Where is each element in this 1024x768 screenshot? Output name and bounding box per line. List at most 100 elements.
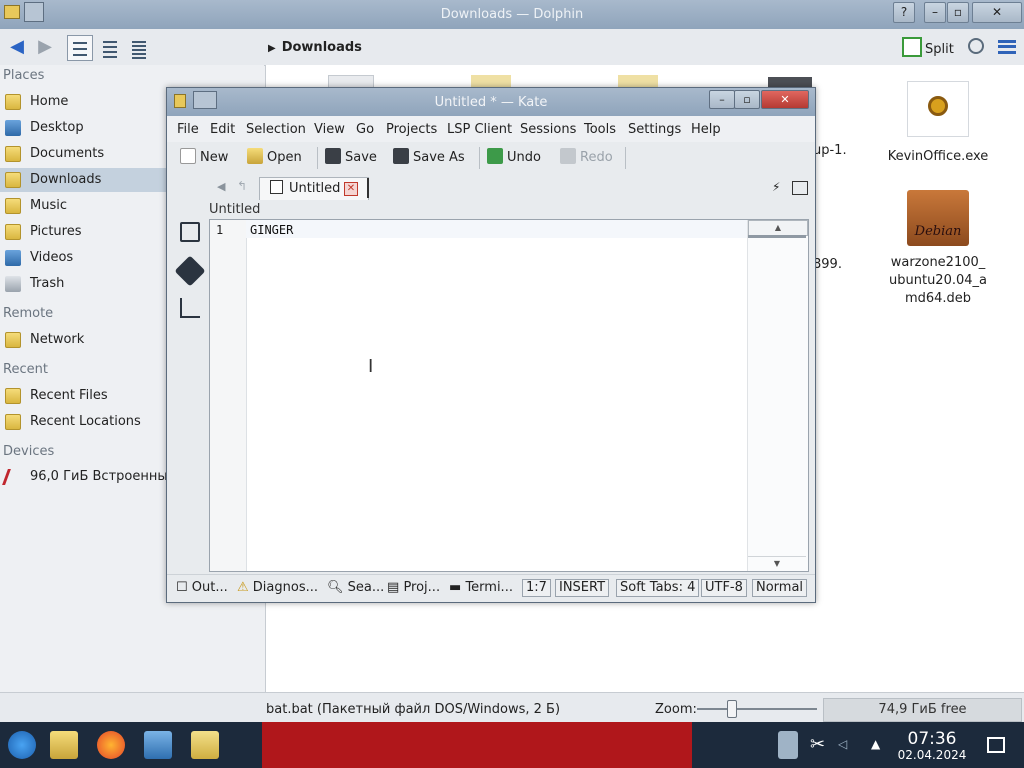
firefox-icon[interactable] bbox=[97, 731, 125, 759]
breadcrumb-downloads[interactable]: Downloads bbox=[282, 40, 362, 55]
git-icon[interactable] bbox=[174, 255, 206, 287]
exe-file-icon bbox=[907, 81, 969, 137]
kate-minimize-button[interactable]: – bbox=[709, 90, 735, 109]
kate-titlebar[interactable]: Untitled * — Kate – ▫ ✕ bbox=[167, 88, 815, 116]
devices-heading: Devices bbox=[3, 444, 55, 459]
file-name: KevinOffice.exe bbox=[887, 149, 989, 164]
trash-icon bbox=[5, 276, 21, 292]
menu-help[interactable]: Help bbox=[691, 122, 721, 137]
volume-icon[interactable]: ◁ bbox=[838, 737, 847, 751]
help-button[interactable]: ? bbox=[893, 2, 915, 23]
maximize-button[interactable]: ▫ bbox=[947, 2, 969, 23]
partial-label-setup: up-1. bbox=[813, 143, 847, 158]
redo-button[interactable]: Redo bbox=[560, 148, 613, 168]
free-space-indicator[interactable]: 74,9 ГиБ free bbox=[823, 698, 1022, 722]
split-view-icon[interactable] bbox=[792, 181, 808, 195]
breadcrumb[interactable]: ▶ Downloads bbox=[268, 40, 362, 55]
search-icon[interactable] bbox=[968, 38, 984, 54]
scroll-thumb[interactable] bbox=[748, 235, 806, 238]
forward-arrow-icon[interactable]: ▶ bbox=[34, 37, 56, 57]
undo-button[interactable]: Undo bbox=[487, 148, 541, 168]
quick-open-icon[interactable]: ⚡ bbox=[772, 180, 780, 194]
kate-taskbar-icon[interactable] bbox=[191, 731, 219, 759]
file-manager-icon[interactable] bbox=[50, 731, 78, 759]
open-button[interactable]: Open bbox=[247, 148, 302, 168]
kate-maximize-button[interactable]: ▫ bbox=[734, 90, 760, 109]
editor-text-line[interactable]: GINGER bbox=[250, 223, 293, 237]
document-name-label: Untitled bbox=[209, 202, 261, 217]
zoom-slider[interactable] bbox=[697, 708, 817, 710]
back-arrow-icon[interactable]: ◀ bbox=[6, 37, 28, 57]
kate-side-panel bbox=[167, 174, 207, 572]
line-number: 1 bbox=[216, 223, 224, 237]
document-list-icon[interactable] bbox=[180, 222, 200, 242]
save-button[interactable]: Save bbox=[325, 148, 377, 168]
zoom-slider-handle[interactable] bbox=[727, 700, 737, 718]
menu-go[interactable]: Go bbox=[356, 122, 374, 137]
show-desktop-icon[interactable] bbox=[987, 737, 1005, 753]
tab-untitled[interactable]: Untitled ✕ bbox=[259, 177, 369, 200]
tab-close-icon[interactable]: ✕ bbox=[344, 182, 358, 196]
documents-folder-icon bbox=[5, 146, 21, 162]
close-button[interactable]: ✕ bbox=[972, 2, 1022, 23]
icons-view-button[interactable] bbox=[67, 35, 93, 61]
new-document-icon bbox=[180, 148, 196, 164]
indentation-settings[interactable]: Soft Tabs: 4 bbox=[616, 579, 700, 597]
split-button[interactable]: Split bbox=[902, 37, 954, 57]
encoding-indicator[interactable]: UTF-8 bbox=[701, 579, 747, 597]
menu-projects[interactable]: Projects bbox=[386, 122, 437, 137]
search-icon: 🔍︎ bbox=[327, 580, 344, 595]
scroll-up-arrow-icon[interactable]: ▲ bbox=[748, 220, 808, 236]
search-panel-button[interactable]: 🔍︎ Sea... bbox=[327, 580, 384, 595]
tray-expand-arrow-icon[interactable]: ▲ bbox=[871, 737, 880, 751]
new-button[interactable]: New bbox=[180, 148, 228, 168]
recent-heading: Recent bbox=[3, 362, 48, 377]
menu-sessions[interactable]: Sessions bbox=[520, 122, 576, 137]
file-kevinoffice[interactable]: KevinOffice.exe bbox=[883, 81, 993, 164]
tab-forward-arrow-icon[interactable]: ↰ bbox=[237, 179, 247, 193]
dolphin-titlebar[interactable]: Downloads — Dolphin ? – ▫ ✕ bbox=[0, 0, 1024, 29]
taskbar: ✂ ◁ ▲ 07:36 02.04.2024 bbox=[0, 722, 1024, 768]
status-text: bat.bat (Пакетный файл DOS/Windows, 2 Б) bbox=[266, 702, 561, 717]
input-mode-indicator[interactable]: Normal bbox=[752, 579, 808, 597]
taskbar-wallpaper-strip bbox=[262, 722, 692, 768]
menu-view[interactable]: View bbox=[314, 122, 345, 137]
menu-settings[interactable]: Settings bbox=[628, 122, 681, 137]
cursor-position[interactable]: 1:7 bbox=[522, 579, 551, 597]
menu-lsp-client[interactable]: LSP Client bbox=[447, 122, 512, 137]
chevron-right-icon: ▶ bbox=[268, 43, 276, 54]
menu-file[interactable]: File bbox=[177, 122, 199, 137]
scissors-icon[interactable]: ✂ bbox=[810, 734, 825, 755]
videos-icon bbox=[5, 250, 21, 266]
projects-panel-button[interactable]: ▤ Proj... bbox=[387, 580, 440, 595]
terminal-icon: ▬ bbox=[449, 580, 462, 595]
compact-view-button[interactable] bbox=[97, 35, 123, 61]
save-as-button[interactable]: Save As bbox=[393, 148, 465, 168]
hamburger-menu-icon[interactable] bbox=[998, 40, 1016, 54]
symbols-outline-icon[interactable] bbox=[180, 298, 200, 318]
edit-mode-indicator[interactable]: INSERT bbox=[555, 579, 610, 597]
file-warzone-deb[interactable]: Debian warzone2100_ubuntu20.04_amd64.deb bbox=[883, 190, 993, 308]
text-cursor-ibeam-icon: I bbox=[368, 356, 374, 377]
diagnostics-panel-button[interactable]: ⚠ Diagnos... bbox=[237, 580, 318, 595]
kate-close-button[interactable]: ✕ bbox=[761, 90, 809, 109]
pictures-folder-icon bbox=[5, 224, 21, 240]
scroll-down-arrow-icon[interactable]: ▼ bbox=[748, 556, 806, 571]
details-view-button[interactable] bbox=[126, 35, 152, 61]
tab-back-arrow-icon[interactable]: ◀ bbox=[217, 180, 225, 193]
terminal-panel-button[interactable]: ▬ Termi... bbox=[449, 580, 513, 595]
downloads-folder-icon bbox=[5, 172, 21, 188]
clock[interactable]: 07:36 02.04.2024 bbox=[896, 730, 968, 762]
menu-selection[interactable]: Selection bbox=[246, 122, 306, 137]
text-editor[interactable]: 1 GINGER ▲ ▼ bbox=[209, 219, 809, 572]
clipboard-icon[interactable] bbox=[778, 731, 798, 759]
start-menu-icon[interactable] bbox=[8, 731, 36, 759]
warning-icon: ⚠ bbox=[237, 580, 249, 595]
menu-tools[interactable]: Tools bbox=[584, 122, 616, 137]
partial-label-899: 899. bbox=[813, 257, 842, 272]
minimize-button[interactable]: – bbox=[924, 2, 946, 23]
output-panel-button[interactable]: ☐ Out... bbox=[176, 580, 228, 595]
menu-edit[interactable]: Edit bbox=[210, 122, 235, 137]
editor-scrollbar[interactable]: ▲ ▼ bbox=[747, 220, 808, 571]
system-settings-icon[interactable] bbox=[144, 731, 172, 759]
